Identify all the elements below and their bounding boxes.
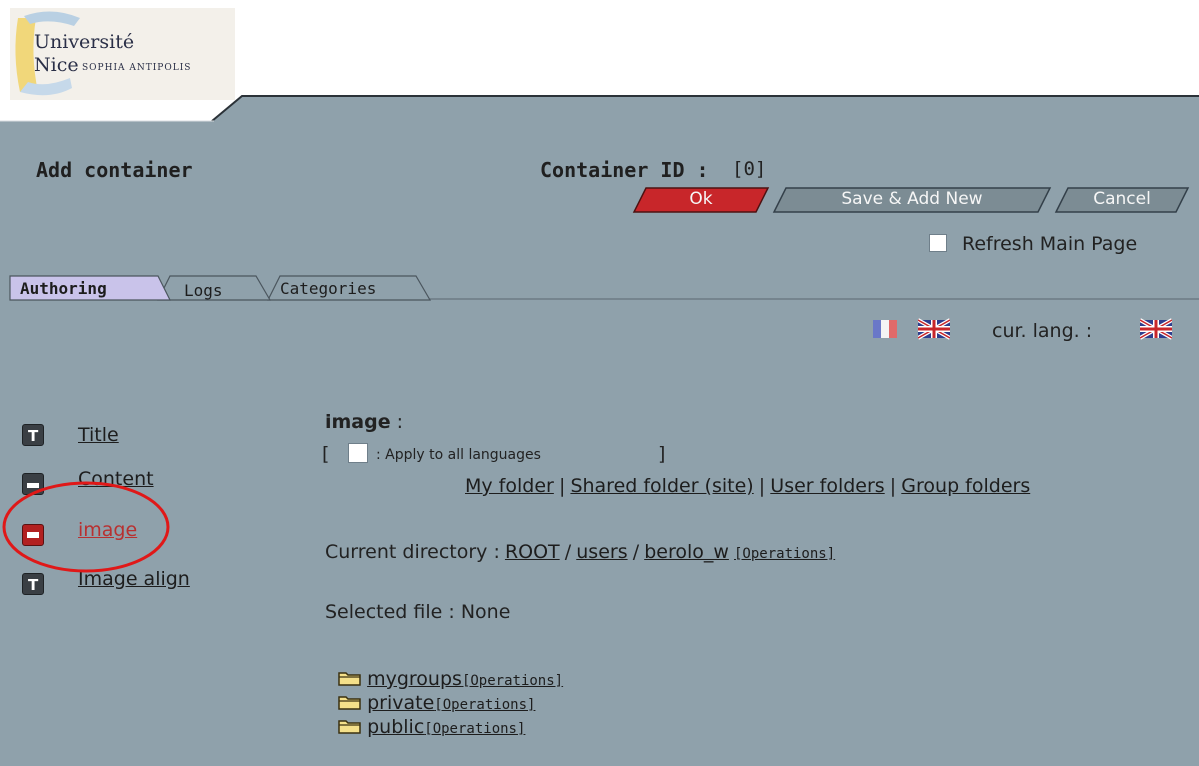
my-folder-link[interactable]: My folder	[465, 475, 554, 497]
refresh-main-page-label: Refresh Main Page	[962, 233, 1138, 255]
cancel-button-label: Cancel	[1093, 189, 1151, 209]
editor-field-name: image :	[325, 411, 404, 433]
current-directory: Current directory : ROOT / users / berol…	[325, 541, 836, 563]
mygroups-operations-link[interactable]: [Operations]	[462, 673, 563, 689]
save-add-new-button-label: Save & Add New	[841, 189, 983, 209]
french-flag-icon[interactable]	[873, 318, 897, 340]
apply-all-languages-checkbox[interactable]	[348, 443, 368, 463]
page-title: Add container	[36, 158, 193, 182]
public-operations-link[interactable]: [Operations]	[424, 721, 525, 737]
folder-links: My folder | Shared folder (site) | User …	[465, 475, 1031, 497]
tab-authoring[interactable]: Authoring	[20, 279, 107, 298]
folder-item-private[interactable]: private[Operations]	[338, 692, 535, 714]
save-add-new-button[interactable]: Save & Add New	[772, 186, 1052, 214]
current-language-label: cur. lang. :	[992, 320, 1093, 342]
path-root-link[interactable]: ROOT	[505, 541, 560, 563]
container-id-value: [0]	[732, 158, 767, 180]
annotation-circle	[2, 481, 170, 573]
private-operations-link[interactable]: [Operations]	[434, 697, 535, 713]
folder-icon	[338, 720, 361, 734]
main-panel	[0, 95, 1199, 766]
path-users-link[interactable]: users	[576, 541, 627, 563]
user-folders-link[interactable]: User folders	[770, 475, 884, 497]
shared-folder-link[interactable]: Shared folder (site)	[570, 475, 753, 497]
current-dir-operations-link[interactable]: [Operations]	[734, 546, 835, 562]
ok-button-label: Ok	[689, 189, 713, 209]
english-flag-icon[interactable]	[918, 318, 950, 340]
tab-categories[interactable]: Categories	[280, 279, 376, 298]
current-language-flag-icon	[1140, 318, 1172, 340]
folder-icon	[338, 696, 361, 710]
apply-all-close-bracket: ]	[658, 443, 666, 465]
ok-button[interactable]: Ok	[632, 186, 770, 214]
tab-logs[interactable]: Logs	[184, 281, 223, 300]
path-user-link[interactable]: berolo_w	[644, 541, 729, 563]
cancel-button[interactable]: Cancel	[1054, 186, 1190, 214]
selected-file: Selected file : None	[325, 601, 511, 623]
folder-item-public[interactable]: public[Operations]	[338, 716, 525, 738]
group-folders-link[interactable]: Group folders	[901, 475, 1030, 497]
text-field-icon: T	[22, 424, 44, 446]
refresh-main-page-checkbox[interactable]	[929, 234, 947, 252]
folder-item-mygroups[interactable]: mygroups[Operations]	[338, 668, 563, 690]
folder-icon	[338, 672, 361, 686]
container-id-label: Container ID :	[540, 158, 709, 182]
apply-all-languages-label: : Apply to all languages	[376, 447, 541, 463]
svg-text:T: T	[28, 427, 39, 445]
field-link-title[interactable]: Title	[78, 424, 119, 446]
apply-all-open-bracket: [	[322, 443, 330, 465]
